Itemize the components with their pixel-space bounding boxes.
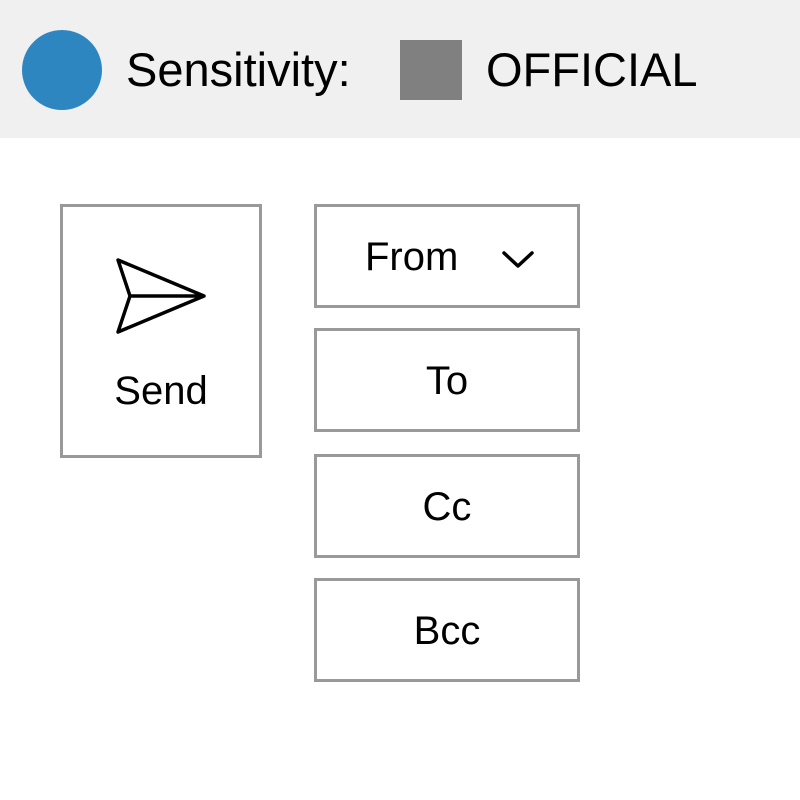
sensitivity-bar: Sensitivity: OFFICIAL <box>0 0 800 138</box>
cc-label: Cc <box>422 485 472 529</box>
sensitivity-label: Sensitivity: <box>126 43 351 96</box>
bcc-button[interactable]: Bcc <box>314 578 580 682</box>
chevron-down-icon <box>502 251 534 268</box>
to-label: To <box>425 359 469 403</box>
bcc-label: Bcc <box>413 609 481 653</box>
paper-plane-icon <box>116 258 206 334</box>
send-button[interactable]: Send <box>60 204 262 458</box>
send-label: Send <box>114 369 208 413</box>
from-button[interactable]: From <box>314 204 580 308</box>
to-button[interactable]: To <box>314 328 580 432</box>
from-label: From <box>365 235 459 279</box>
status-dot <box>22 30 102 110</box>
compose-window: Sensitivity: OFFICIAL Send From To Cc Bc… <box>0 0 800 800</box>
sensitivity-swatch <box>400 40 462 100</box>
sensitivity-value[interactable]: OFFICIAL <box>486 42 698 98</box>
cc-button[interactable]: Cc <box>314 454 580 558</box>
